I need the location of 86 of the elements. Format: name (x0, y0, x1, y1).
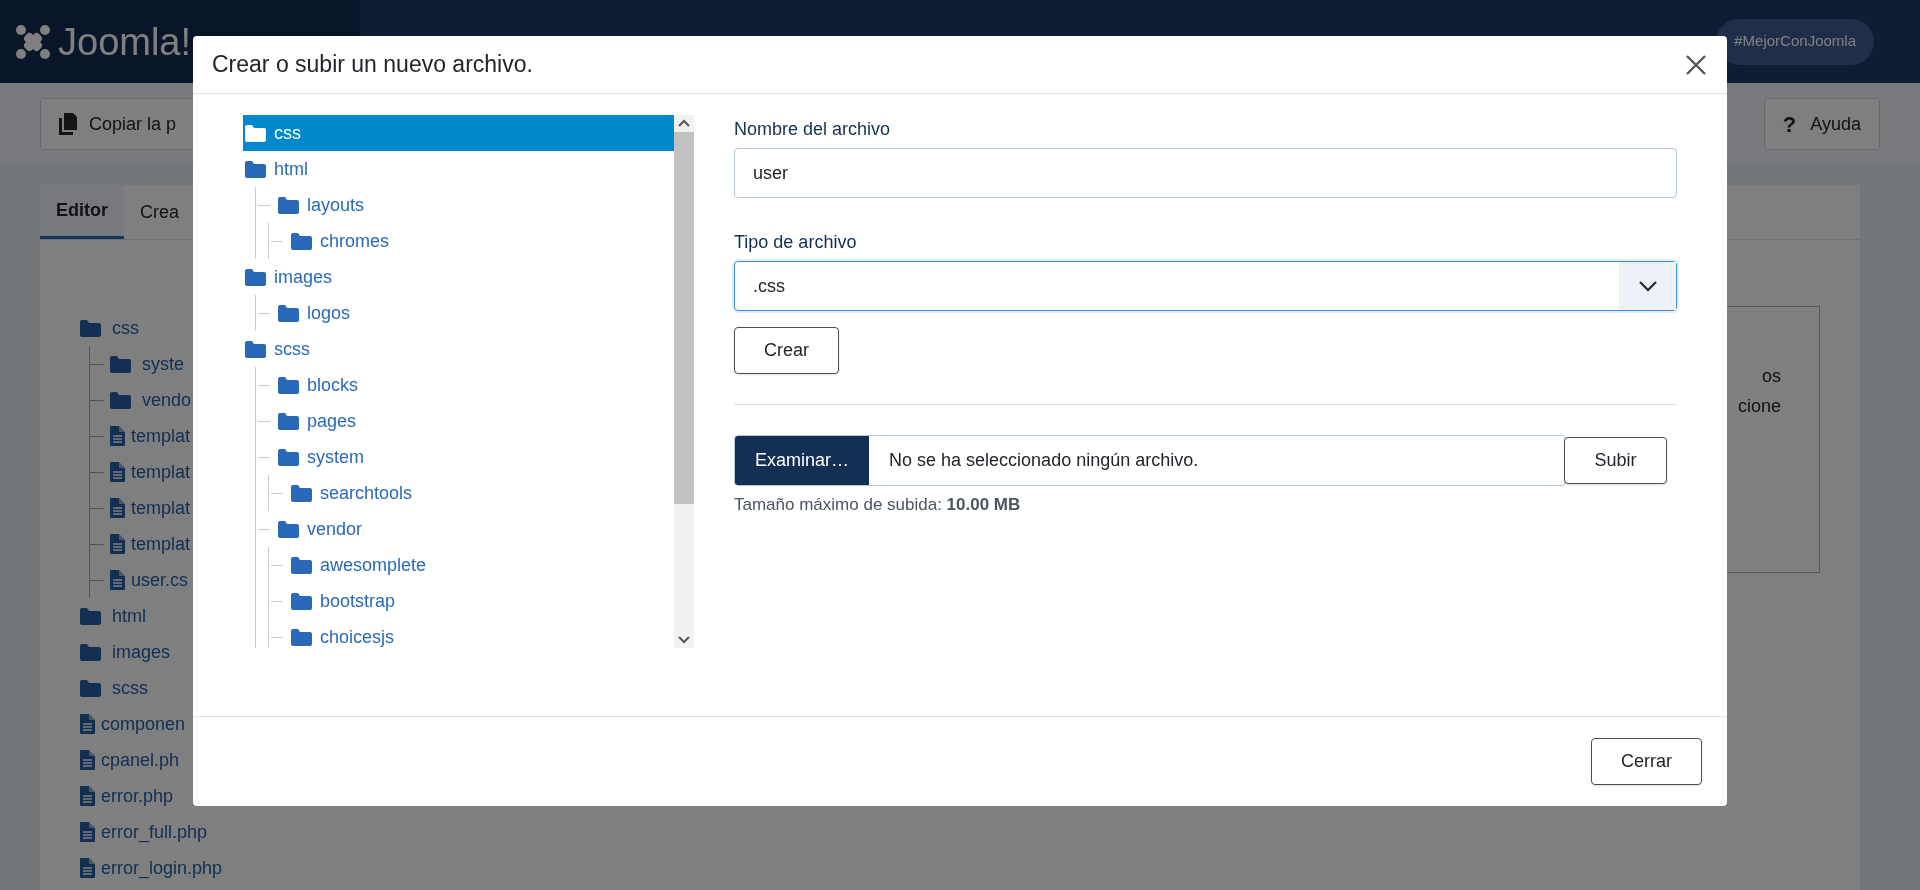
file-icon (80, 858, 95, 878)
file-item[interactable]: templat (131, 494, 191, 522)
folder-icon (110, 391, 131, 409)
folder-icon (278, 412, 299, 430)
folder-icon (291, 628, 312, 646)
file-icon (80, 786, 95, 806)
folder-tree-item[interactable]: logos (256, 295, 674, 331)
folder-icon (278, 196, 299, 214)
folder-tree-item[interactable]: awesomplete (269, 547, 674, 583)
file-item[interactable]: templat (131, 422, 191, 450)
folder-item[interactable]: scss (112, 674, 148, 702)
max-size-text: Tamaño máximo de subida: 10.00 MB (734, 494, 1022, 516)
field-label: Nombre del archivo (734, 118, 892, 141)
folder-icon (291, 556, 312, 574)
folder-item[interactable]: images (112, 638, 171, 666)
help-button[interactable]: ? Ayuda (1763, 98, 1880, 150)
folder-icon (245, 124, 266, 142)
folder-tree-item[interactable]: scss (243, 331, 674, 367)
folder-tree-item[interactable]: css (243, 115, 674, 151)
modal-title: Crear o subir un nuevo archivo. (212, 50, 533, 80)
file-item[interactable]: templat (131, 458, 191, 486)
file-icon (110, 462, 125, 482)
folder-icon (80, 607, 101, 625)
folder-item[interactable]: html (112, 602, 146, 630)
file-item[interactable]: user.cs (131, 566, 189, 594)
scroll-down-icon[interactable] (678, 636, 690, 644)
joomla-logo-icon (14, 22, 52, 61)
folder-item[interactable]: syste (142, 350, 184, 378)
folder-icon (80, 319, 101, 337)
upload-button[interactable]: Subir (1564, 437, 1667, 484)
folder-tree-item[interactable]: system (256, 439, 674, 475)
file-icon (80, 750, 95, 770)
folder-tree-item[interactable]: chromes (269, 223, 674, 259)
close-dialog-button[interactable]: Cerrar (1591, 738, 1702, 785)
file-icon (110, 498, 125, 518)
folder-icon (278, 304, 299, 322)
file-item[interactable]: cpanel.ph (101, 746, 180, 774)
copy-icon (59, 113, 77, 135)
create-button[interactable]: Crear (734, 327, 839, 374)
file-name-input[interactable]: user (734, 148, 1677, 198)
chevron-down-icon (1638, 280, 1657, 292)
folder-tree-item[interactable]: choicesjs (269, 619, 674, 648)
file-item[interactable]: error_login.php (101, 854, 223, 882)
folder-icon (80, 643, 101, 661)
copy-button[interactable]: Copiar la p (40, 98, 196, 150)
promo-button[interactable]: #MejorConJoomla (1716, 18, 1874, 65)
file-item[interactable]: error_full.php (101, 818, 208, 846)
folder-tree-item[interactable]: images (243, 259, 674, 295)
tab[interactable]: Crea (124, 185, 195, 239)
folder-tree-item[interactable]: pages (256, 403, 674, 439)
field-label: Tipo de archivo (734, 231, 858, 254)
close-button[interactable] (1684, 52, 1708, 77)
panel-text: os (1762, 365, 1781, 388)
folder-icon (278, 520, 299, 538)
folder-icon (278, 376, 299, 394)
folder-icon (110, 355, 131, 373)
file-item[interactable]: error.php (101, 782, 174, 810)
folder-item[interactable]: css (112, 314, 139, 342)
folder-icon (245, 268, 266, 286)
folder-icon (80, 679, 101, 697)
folder-icon (291, 232, 312, 250)
tab[interactable]: Editor (40, 185, 124, 239)
scroll-up-icon[interactable] (678, 119, 690, 127)
folder-item[interactable]: vendo (142, 386, 192, 414)
folder-tree-item[interactable]: html (243, 151, 674, 187)
folder-tree-item[interactable]: vendor (256, 511, 674, 547)
folder-tree-item[interactable]: searchtools (269, 475, 674, 511)
folder-icon (291, 592, 312, 610)
folder-tree-item[interactable]: bootstrap (269, 583, 674, 619)
file-icon (110, 534, 125, 554)
folder-tree-item[interactable]: blocks (256, 367, 674, 403)
file-icon (80, 714, 95, 734)
folder-icon (291, 484, 312, 502)
folder-icon (278, 448, 299, 466)
file-icon (110, 570, 125, 590)
panel-text: cione (1737, 395, 1781, 418)
file-type-select[interactable]: .css (734, 261, 1677, 311)
folder-icon (245, 340, 266, 358)
folder-icon (245, 160, 266, 178)
file-item[interactable]: componen (101, 710, 186, 738)
scrollbar[interactable] (674, 115, 694, 648)
file-icon (80, 822, 95, 842)
joomla-logo-text: Joomla! (58, 22, 192, 61)
file-icon (110, 426, 125, 446)
file-item[interactable]: templat (131, 530, 191, 558)
folder-tree-item[interactable]: layouts (256, 187, 674, 223)
